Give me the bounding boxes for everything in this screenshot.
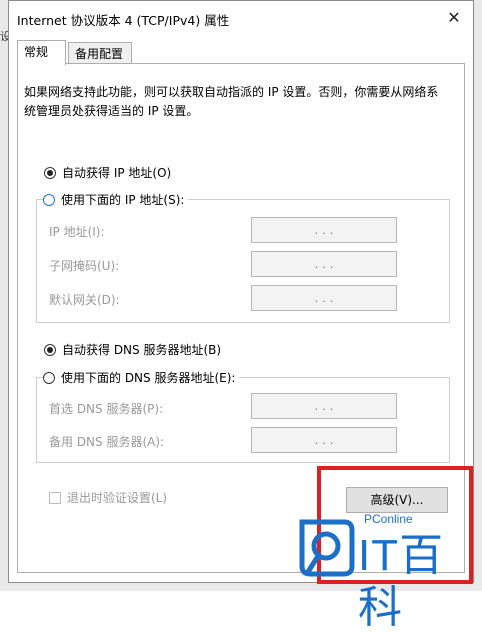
window-title: Internet 协议版本 4 (TCP/IPv4) 属性: [17, 13, 230, 28]
preferred-dns-label: 首选 DNS 服务器(P):: [49, 402, 164, 416]
watermark: PConline IT百科: [292, 506, 482, 632]
ip-address-label: IP 地址(I):: [49, 225, 105, 239]
default-gateway-label: 默认网关(D):: [49, 293, 120, 307]
validate-on-exit-label: 退出时验证设置(L): [67, 491, 168, 505]
description-text: 如果网络支持此功能，则可以获取自动指派的 IP 设置。否则，你需要从网络系统管理…: [24, 85, 439, 118]
default-gateway-input[interactable]: . . .: [251, 285, 397, 311]
manual-ip-label: 使用下面的 IP 地址(S):: [61, 193, 185, 207]
subnet-mask-label: 子网掩码(U):: [49, 259, 120, 273]
alternate-dns-label: 备用 DNS 服务器(A):: [49, 435, 165, 449]
close-icon[interactable]: ✕: [441, 5, 467, 31]
tab-general[interactable]: 常规: [17, 40, 66, 65]
validate-on-exit-checkbox[interactable]: 退出时验证设置(L): [49, 489, 167, 506]
magnifier-logo-icon: [299, 519, 355, 577]
auto-dns-radio[interactable]: 自动获得 DNS 服务器地址(B): [44, 341, 221, 358]
ip-address-input[interactable]: . . .: [251, 217, 397, 243]
watermark-title: IT百科: [358, 531, 445, 632]
checkbox-box: [49, 491, 61, 504]
preferred-dns-input[interactable]: . . .: [251, 393, 397, 419]
radio-dot: [44, 166, 56, 179]
subnet-mask-input[interactable]: . . .: [251, 251, 397, 277]
auto-dns-label: 自动获得 DNS 服务器地址(B): [62, 343, 222, 357]
radio-dot: [44, 343, 56, 356]
manual-ip-radio[interactable]: 使用下面的 IP 地址(S):: [43, 191, 189, 208]
radio-dot: [43, 193, 55, 206]
radio-dot: [43, 371, 55, 384]
manual-dns-label: 使用下面的 DNS 服务器地址(E):: [61, 371, 236, 385]
tab-alternate-config[interactable]: 备用配置: [68, 42, 132, 64]
title-bar[interactable]: Internet 协议版本 4 (TCP/IPv4) 属性 ✕: [9, 1, 473, 35]
watermark-subtitle: PConline: [364, 512, 413, 526]
auto-ip-label: 自动获得 IP 地址(O): [62, 166, 172, 180]
manual-dns-radio[interactable]: 使用下面的 DNS 服务器地址(E):: [43, 369, 240, 386]
auto-ip-radio[interactable]: 自动获得 IP 地址(O): [44, 164, 171, 181]
alternate-dns-input[interactable]: . . .: [251, 427, 397, 453]
